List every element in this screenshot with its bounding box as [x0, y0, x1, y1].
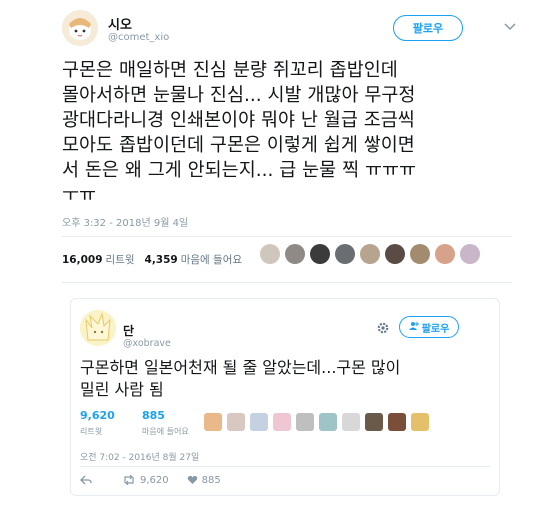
retweet-label[interactable]: 리트윗 — [106, 252, 135, 267]
avatar[interactable] — [62, 10, 98, 46]
liker-avatar[interactable] — [410, 244, 430, 264]
liker-avatar[interactable] — [360, 244, 380, 264]
liker-avatar[interactable] — [319, 413, 337, 431]
tweet-stats: 16,009 리트윗 4,359 마음에 들어요 — [62, 252, 252, 267]
liker-avatar[interactable] — [335, 244, 355, 264]
like-action-count[interactable]: 885 — [202, 475, 221, 486]
liker-avatar[interactable] — [365, 413, 383, 431]
liker-avatar[interactable] — [411, 413, 429, 431]
reply-icon[interactable] — [80, 475, 92, 485]
follow-button[interactable]: 팔로우 — [399, 316, 459, 338]
chevron-down-icon[interactable] — [504, 20, 516, 34]
like-count[interactable]: 4,359 — [145, 254, 178, 266]
follow-label: 팔로우 — [421, 323, 450, 335]
retweet-action-count[interactable]: 9,620 — [140, 475, 169, 486]
tweet-timestamp[interactable]: 오전 7:02 - 2016년 8월 27일 — [80, 450, 199, 463]
tweet-timestamp[interactable]: 오후 3:32 - 2018년 9월 4일 — [62, 214, 188, 229]
liker-avatar[interactable] — [388, 413, 406, 431]
liker-avatar[interactable] — [204, 413, 222, 431]
retweet-count[interactable]: 16,009 — [62, 254, 103, 266]
like-label[interactable]: 마음에 들어요 — [142, 426, 189, 437]
liker-avatars — [204, 413, 429, 431]
add-user-icon — [408, 321, 419, 333]
divider — [80, 466, 490, 467]
liker-avatar[interactable] — [260, 244, 280, 264]
liker-avatar[interactable] — [296, 413, 314, 431]
heart-icon[interactable] — [187, 475, 198, 485]
tweet-text: 구몬은 매일하면 진심 분량 쥐꼬리 좁밥인데 몰아서하면 눈물나 진심... … — [62, 60, 417, 206]
retweet-icon[interactable] — [122, 475, 136, 485]
follow-label: 팔로우 — [412, 22, 444, 35]
liker-avatar[interactable] — [250, 413, 268, 431]
liker-avatar[interactable] — [460, 244, 480, 264]
display-name[interactable]: 시오 — [108, 14, 132, 33]
divider — [62, 236, 512, 237]
tweet-text: 구몬하면 일본어천재 될 줄 알았는데...구몬 많이 밀린 사람 됨 — [80, 358, 401, 399]
liker-avatar[interactable] — [273, 413, 291, 431]
display-name[interactable]: 단 — [123, 322, 134, 339]
liker-avatar[interactable] — [342, 413, 360, 431]
user-handle[interactable]: @xobrave — [123, 338, 171, 349]
like-label[interactable]: 마음에 들어요 — [181, 252, 242, 267]
follow-button[interactable]: 팔로우 — [393, 15, 463, 41]
liker-avatar[interactable] — [227, 413, 245, 431]
retweet-label[interactable]: 리트윗 — [80, 426, 102, 437]
user-handle[interactable]: @comet_xio — [108, 32, 169, 43]
settings-gear-icon[interactable] — [376, 321, 390, 339]
like-count[interactable]: 885 — [142, 409, 165, 422]
avatar[interactable] — [80, 310, 116, 346]
liker-avatar[interactable] — [285, 244, 305, 264]
tweet-actions: 9,620 885 — [80, 472, 320, 488]
liker-avatar[interactable] — [435, 244, 455, 264]
liker-avatar[interactable] — [310, 244, 330, 264]
divider — [62, 282, 512, 283]
liker-avatar[interactable] — [385, 244, 405, 264]
retweet-count[interactable]: 9,620 — [80, 409, 115, 422]
liker-avatars — [260, 244, 480, 264]
